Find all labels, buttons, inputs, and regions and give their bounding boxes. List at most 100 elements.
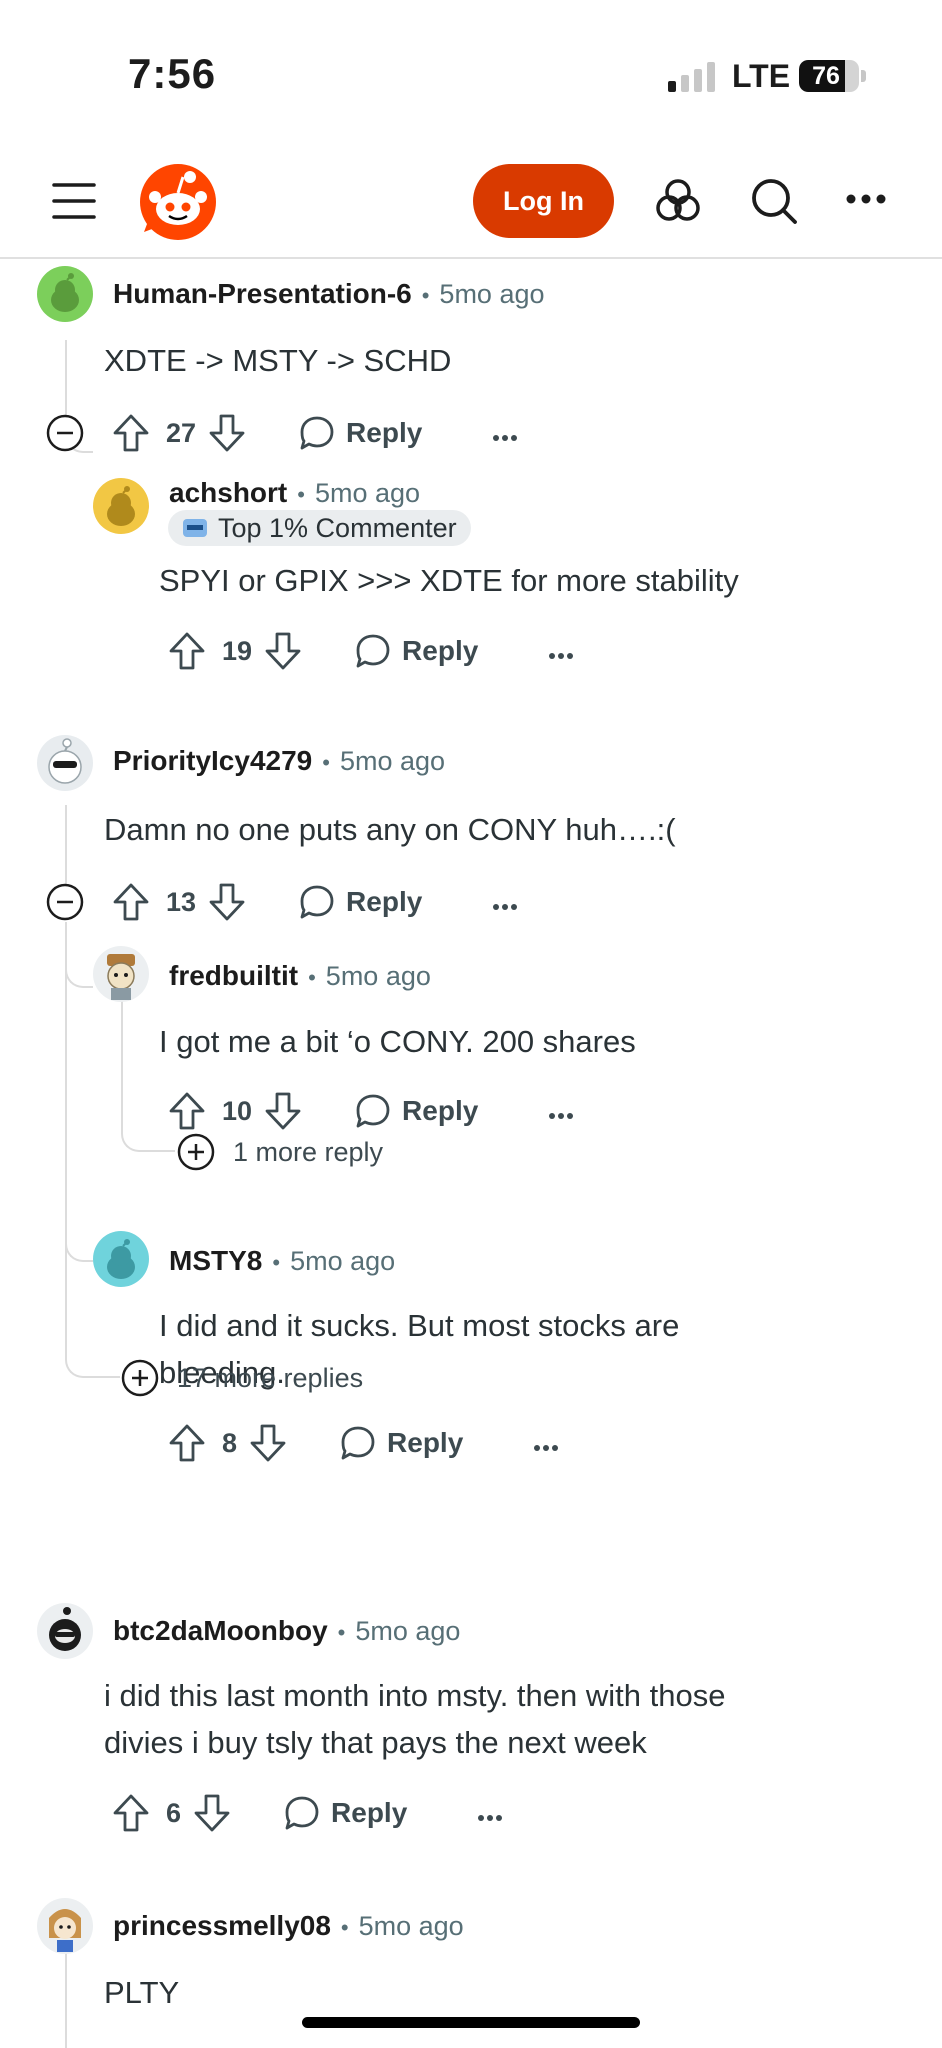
reply-button[interactable]: Reply [346,886,422,918]
home-indicator [302,2017,640,2028]
more-options-icon[interactable] [548,647,574,659]
reply-icon[interactable] [354,1092,392,1130]
comment-actions: 6 Reply [112,1788,503,1838]
avatar[interactable] [37,1898,93,1954]
comment-body-line: divies i buy tsly that pays the next wee… [104,1725,647,1760]
comment-body-line: I did and it sucks. But most stocks are [159,1308,680,1343]
username[interactable]: princessmelly08 [113,1910,331,1942]
upvote-icon[interactable] [112,882,150,922]
more-replies-button[interactable]: 1 more reply [177,1132,383,1172]
reply-button[interactable]: Reply [387,1427,463,1459]
more-options-icon[interactable] [533,1439,559,1451]
username[interactable]: Human-Presentation-6 [113,278,412,310]
comment-actions: 13 Reply [112,877,518,927]
comment-meta: Human-Presentation-6 • 5mo ago [113,278,545,310]
username[interactable]: achshort [169,477,287,509]
avatar[interactable] [37,1603,93,1659]
battery-icon: 76 [799,60,859,92]
upvote-icon[interactable] [112,413,150,453]
comment-meta: MSTY8 • 5mo ago [169,1245,395,1277]
top-navbar: Log In [0,150,942,259]
avatar[interactable] [93,478,149,534]
thread-curve [65,960,93,988]
vote-count: 27 [166,417,197,448]
upvote-icon[interactable] [168,1091,206,1131]
comment-meta: btc2daMoonboy • 5mo ago [113,1615,460,1647]
status-time: 7:56 [128,50,217,97]
downvote-icon[interactable] [264,1091,302,1131]
comment-body: XDTE -> MSTY -> SCHD [104,343,452,378]
downvote-icon[interactable] [208,413,246,453]
username[interactable]: PriorityIcy4279 [113,745,312,777]
more-options-icon[interactable] [477,1809,503,1821]
downvote-icon[interactable] [193,1793,231,1833]
timestamp: 5mo ago [355,1616,461,1646]
comment-meta: princessmelly08 • 5mo ago [113,1910,464,1942]
separator-dot: • [272,1250,281,1275]
reply-button[interactable]: Reply [331,1797,407,1829]
reply-button[interactable]: Reply [402,1095,478,1127]
reply-icon[interactable] [283,1794,321,1832]
comment-body-line: i did this last month into msty. then wi… [104,1678,726,1713]
upvote-icon[interactable] [168,631,206,671]
comment-body: SPYI or GPIX >>> XDTE for more stability [159,563,739,598]
collapse-thread-icon[interactable] [46,414,84,452]
thread-line [121,998,123,1128]
vote-count: 6 [166,1797,182,1828]
battery-tip [861,70,866,82]
username[interactable]: btc2daMoonboy [113,1615,328,1647]
thread-curve [65,1350,120,1378]
comment-meta: PriorityIcy4279 • 5mo ago [113,745,445,777]
username[interactable]: MSTY8 [169,1245,262,1277]
avatar[interactable] [93,1231,149,1287]
comment-actions: 10 Reply [168,1086,574,1136]
more-options-icon[interactable] [492,429,518,441]
comment-body: Damn no one puts any on CONY huh….:( [104,812,676,847]
separator-dot: • [308,965,316,990]
reply-button[interactable]: Reply [402,635,478,667]
separator-dot: • [340,1915,349,1940]
more-options-icon[interactable] [548,1107,574,1119]
downvote-icon[interactable] [249,1423,287,1463]
upvote-icon[interactable] [112,1793,150,1833]
comment-meta: achshort • 5mo ago [169,477,420,509]
comment-body: I got me a bit ‘o CONY. 200 shares [159,1024,636,1059]
avatar[interactable] [37,266,93,322]
thread-line [65,805,67,895]
comment-feed: Human-Presentation-6 • 5mo ago XDTE -> M… [0,260,942,2048]
search-icon[interactable] [750,177,798,225]
login-button[interactable]: Log In [473,164,614,238]
expand-icon [177,1133,215,1171]
separator-dot: • [297,482,305,507]
expand-icon [121,1359,159,1397]
upvote-icon[interactable] [168,1423,206,1463]
avatar[interactable] [37,735,93,791]
thread-curve [121,1126,175,1152]
reply-button[interactable]: Reply [346,417,422,449]
reply-icon[interactable] [298,883,336,921]
flair-label: Top 1% Commenter [218,512,457,543]
comment-meta: fredbuiltit • 5mo ago [169,960,431,992]
more-options-icon[interactable] [846,192,886,206]
more-replies-label: 1 more reply [233,1136,384,1167]
downvote-icon[interactable] [264,631,302,671]
collapse-thread-icon[interactable] [46,883,84,921]
username[interactable]: fredbuiltit [169,960,298,992]
comment-actions: 19 Reply [168,626,574,676]
comment-body: i did this last month into msty. then wi… [104,1672,725,1766]
status-bar: 7:56 LTE 76 [0,0,942,150]
reply-icon[interactable] [339,1424,377,1462]
reddit-logo-icon[interactable] [138,162,218,242]
more-options-icon[interactable] [492,898,518,910]
flair-icon [182,516,208,540]
more-replies-button[interactable]: 17 more replies [121,1358,363,1398]
comment-actions: 8 Reply [168,1418,559,1468]
timestamp: 5mo ago [439,279,545,309]
timestamp: 5mo ago [339,746,446,776]
reply-icon[interactable] [298,414,336,452]
downvote-icon[interactable] [208,882,246,922]
reply-icon[interactable] [354,632,392,670]
popular-icon[interactable] [654,177,702,225]
hamburger-menu-icon[interactable] [52,181,96,221]
avatar[interactable] [93,946,149,1002]
